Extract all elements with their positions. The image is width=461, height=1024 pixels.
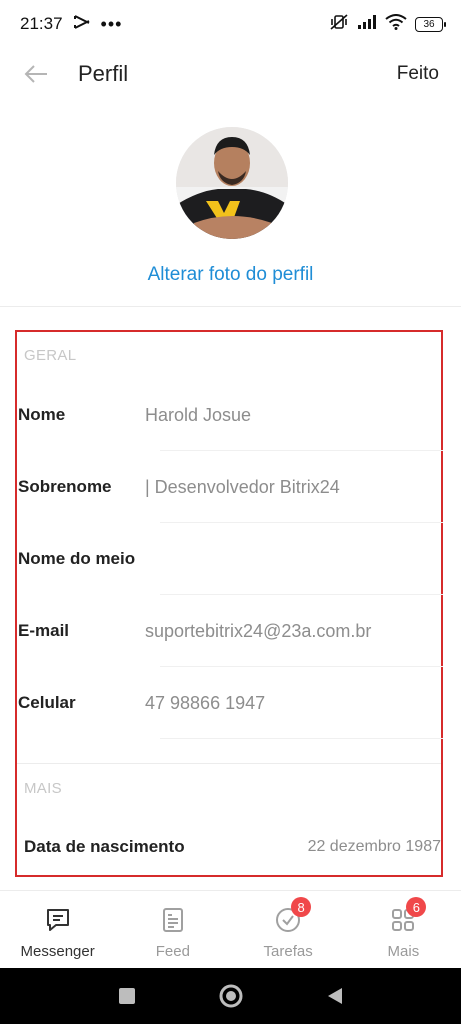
- divider: [17, 763, 441, 764]
- home-circle-icon: [219, 984, 242, 1008]
- vibrate-off-icon: [329, 13, 349, 36]
- page-title: Perfil: [78, 61, 129, 86]
- back-arrow-icon: [24, 65, 47, 83]
- email-field[interactable]: suportebitrix24@23a.com.br: [145, 621, 371, 642]
- feed-icon: [158, 905, 188, 935]
- status-bar: 21:37 ••• 36: [0, 0, 461, 48]
- status-time: 21:37: [20, 14, 63, 33]
- change-photo-link[interactable]: Alterar foto do perfil: [0, 264, 461, 286]
- field-row-middle-name[interactable]: Nome do meio: [18, 523, 443, 595]
- last-name-field[interactable]: | Desenvolvedor Bitrix24: [145, 477, 340, 498]
- tab-label: Mais: [387, 943, 420, 960]
- signal-icon: [357, 14, 377, 35]
- bottom-tab-bar: Messenger Feed 8 Tarefas 6 Mais: [0, 890, 461, 968]
- avatar[interactable]: [176, 127, 288, 239]
- grid-icon: 6: [388, 897, 427, 935]
- field-row-last-name[interactable]: Sobrenome | Desenvolvedor Bitrix24: [18, 451, 443, 523]
- field-row-email[interactable]: E-mail suportebitrix24@23a.com.br: [18, 595, 443, 667]
- more-notifications-icon: •••: [100, 13, 123, 34]
- battery-icon: 36: [415, 16, 446, 32]
- battery-level: 36: [423, 18, 435, 30]
- section-label-general: GERAL: [24, 347, 77, 364]
- system-nav-bar: [0, 968, 461, 1024]
- field-label: Nome do meio: [18, 549, 136, 568]
- mobile-field[interactable]: 47 98866 1947: [145, 693, 265, 714]
- chat-icon: [43, 905, 73, 935]
- tab-label: Tarefas: [263, 943, 313, 960]
- check-circle-icon: 8: [273, 897, 312, 935]
- more-badge: 6: [406, 897, 427, 917]
- tasks-badge: 8: [291, 897, 312, 917]
- recents-button[interactable]: [110, 979, 144, 1013]
- done-button[interactable]: Feito: [397, 63, 439, 85]
- section-label-more: MAIS: [24, 780, 62, 797]
- field-row-mobile[interactable]: Celular 47 98866 1947: [18, 667, 443, 739]
- field-label: Celular: [18, 693, 76, 712]
- tab-label: Messenger: [20, 943, 95, 960]
- divider: [0, 306, 461, 307]
- tab-tasks[interactable]: 8 Tarefas: [231, 891, 346, 968]
- tab-messenger[interactable]: Messenger: [0, 891, 115, 968]
- app-header: Perfil Feito: [0, 48, 461, 100]
- tab-label: Feed: [155, 943, 190, 960]
- back-button[interactable]: [22, 60, 50, 88]
- birthday-field[interactable]: 22 dezembro 1987: [308, 838, 441, 856]
- back-nav-button[interactable]: [318, 979, 352, 1013]
- home-button[interactable]: [214, 979, 248, 1013]
- field-label: Data de nascimento: [24, 837, 185, 856]
- field-label: Nome: [18, 405, 66, 424]
- tab-feed[interactable]: Feed: [115, 891, 230, 968]
- field-label: Sobrenome: [18, 477, 112, 496]
- first-name-field[interactable]: Harold Josue: [145, 405, 251, 426]
- wifi-icon: [385, 13, 407, 35]
- field-row-first-name[interactable]: Nome Harold Josue: [18, 379, 443, 451]
- field-row-birthday[interactable]: Data de nascimento 22 dezembro 1987: [24, 811, 441, 883]
- square-icon: [118, 988, 135, 1004]
- triangle-back-icon: [327, 988, 342, 1004]
- capcut-icon: [73, 14, 91, 35]
- tab-more[interactable]: 6 Mais: [346, 891, 461, 968]
- field-label: E-mail: [18, 621, 70, 640]
